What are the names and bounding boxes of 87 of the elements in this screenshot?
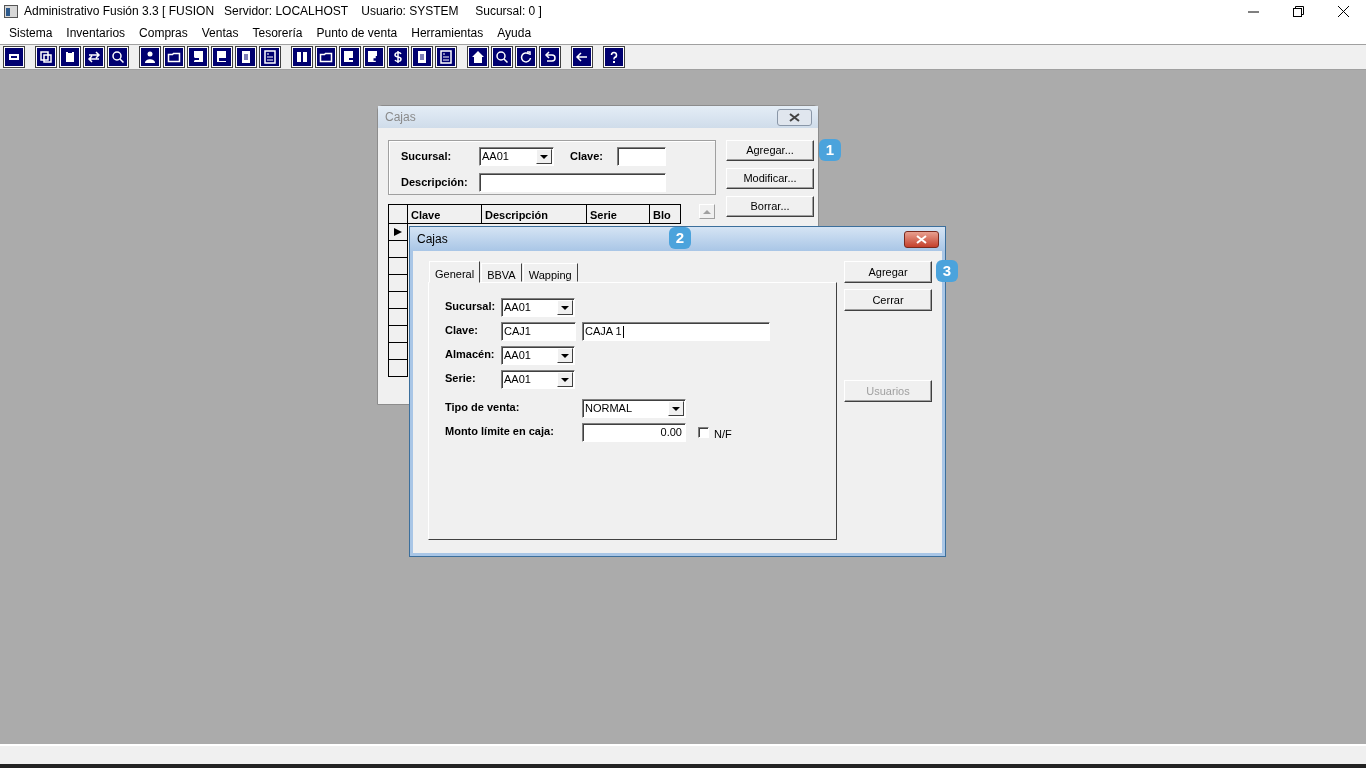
field-label: Clave: [570,149,604,165]
column-header[interactable]: Descripción [482,205,587,224]
dialog-button[interactable]: Borrar... [726,196,814,217]
menu-item[interactable]: Compras [132,24,195,42]
column-header[interactable]: Serie [587,205,650,224]
row-indicator[interactable] [389,292,408,309]
field-label: Sucursal: [445,299,497,314]
field-label: Serie: [445,371,477,386]
folder-icon[interactable] [167,50,181,64]
search-icon[interactable] [495,50,509,64]
dropdown-arrow-icon [561,377,569,382]
callout-badge: 2 [669,227,691,249]
restore-icon[interactable] [1293,5,1304,17]
list-icon[interactable] [439,50,453,64]
dropdown-arrow-icon [561,305,569,310]
checkbox[interactable] [698,427,709,438]
menu-item[interactable]: Tesorería [245,24,310,42]
menu-item[interactable]: Punto de venta [309,24,405,42]
dropdown[interactable]: AA01 [479,147,554,166]
menu-item[interactable]: Ayuda [490,24,539,42]
dropdown-arrow-icon [540,154,548,159]
clipboard-icon[interactable] [63,50,77,64]
document-icon[interactable] [239,50,253,64]
row-indicator[interactable] [389,343,408,360]
dollar-icon[interactable] [391,50,405,64]
input-field[interactable] [617,147,667,166]
back-arrow-icon[interactable] [575,50,589,64]
tab[interactable]: Wapping [522,263,578,282]
close-icon [916,234,927,244]
row-indicator[interactable] [389,275,408,292]
row-indicator[interactable] [389,326,408,343]
undo-icon[interactable] [543,50,557,64]
column-header[interactable]: Clave [408,205,482,224]
field-label: Almacén: [445,347,496,362]
swap-arrows-icon[interactable] [87,50,101,64]
window-title: Administrativo Fusión 3.3 [ FUSION Servidor: LOCALHOST Usuario: SYSTEM Sucursal: 0 ] [24,3,542,20]
field-label: Descripción: [401,175,469,191]
scroll-up-button[interactable] [699,204,715,219]
menu-item[interactable]: Ventas [194,24,246,42]
field-label: Monto límite en caja: [445,424,555,439]
field-label: Sucursal: [401,149,453,165]
dialog-title: Cajas [385,109,416,126]
input-field[interactable]: CAJA 1 [582,322,770,341]
document-icon[interactable] [415,50,429,64]
close-icon[interactable] [1338,5,1349,17]
dropdown-arrow-icon [672,406,680,411]
field-label: Tipo de venta: [445,400,521,415]
row-pointer-icon [394,228,402,236]
dropdown[interactable]: AA01 [501,298,575,317]
input-field[interactable] [479,173,666,192]
tab[interactable]: BBVA [481,263,522,282]
row-indicator[interactable] [389,258,408,275]
column-header[interactable]: Blo [650,205,681,224]
list-icon[interactable] [263,50,277,64]
dropdown[interactable]: AA01 [501,346,575,365]
home-icon[interactable] [471,50,485,64]
search-icon[interactable] [111,50,125,64]
callout-badge: 3 [936,260,958,282]
folder-icon[interactable] [319,50,333,64]
tab[interactable]: General [429,261,481,283]
row-indicator[interactable] [389,309,408,326]
menu-item[interactable]: Sistema [2,24,60,42]
input-field[interactable]: 0.00 [582,423,686,442]
columns-icon[interactable] [295,50,309,64]
field-label: Clave: [445,323,480,338]
input-field[interactable]: CAJ1 [501,322,576,341]
dialog-title: Cajas [417,231,448,248]
app-icon [4,4,18,18]
dropdown-arrow-icon [561,353,569,358]
row-indicator[interactable] [389,360,408,377]
up-arrow-icon [703,209,711,214]
dropdown[interactable]: NORMAL [582,399,686,418]
close-button[interactable] [904,230,939,248]
checkbox-label: N/F [714,427,732,442]
refresh-icon[interactable] [519,50,533,64]
close-icon [789,112,800,122]
close-button[interactable] [777,108,812,126]
dropdown[interactable]: AA01 [501,370,575,389]
person-icon[interactable] [143,50,157,64]
dialog-button[interactable]: Modificar... [726,168,814,189]
callout-badge: 1 [819,139,841,161]
row-indicator[interactable] [389,241,408,258]
copy-icon[interactable] [39,50,53,64]
row-indicator[interactable] [389,224,408,241]
dialog-button[interactable]: Cerrar [844,289,932,311]
menu-item[interactable]: Herramientas [404,24,491,42]
menu-item[interactable]: Inventarios [59,24,133,42]
